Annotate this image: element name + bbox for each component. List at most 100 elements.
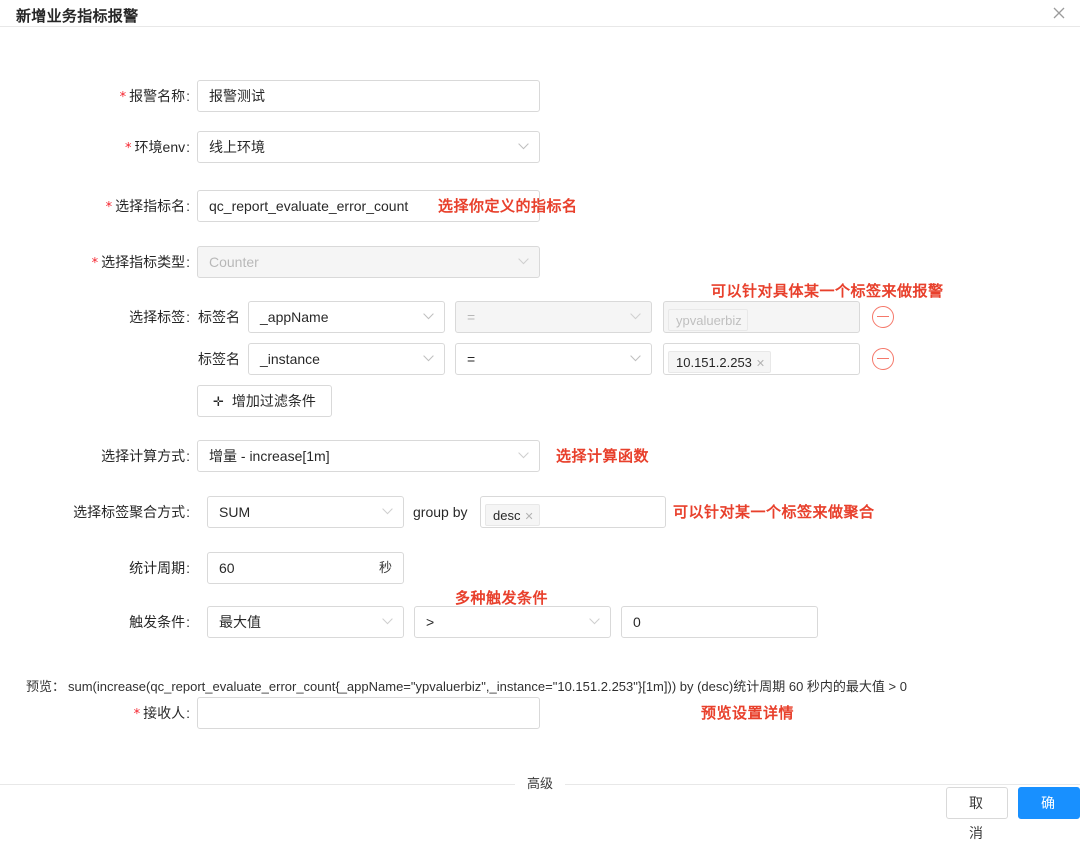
- annotation-trigger: 多种触发条件: [455, 587, 548, 608]
- tag-name-value-1: _appName: [260, 309, 329, 325]
- form-row-metric-name: *选择指标名: qc_report_evaluate_error_count 选…: [0, 190, 1080, 222]
- chevron-down-icon: [589, 607, 600, 637]
- form-row-metric-type: *选择指标类型: Counter: [0, 246, 1080, 278]
- form-row-trigger: 触发条件: 最大值 > 0: [0, 606, 1080, 638]
- modal-footer: 取 消 确 定: [0, 778, 1080, 844]
- tag-value-chip-text-1: ypvaluerbiz: [676, 313, 742, 328]
- remove-tag-row-button-2[interactable]: [872, 348, 894, 370]
- close-icon[interactable]: [1048, 4, 1070, 26]
- confirm-button[interactable]: 确 定: [1018, 787, 1080, 819]
- tags-label: 选择标签:: [0, 301, 190, 333]
- chevron-down-icon: [518, 441, 529, 471]
- required-mark: *: [125, 141, 132, 156]
- trigger-aggregate-select[interactable]: 最大值: [207, 606, 404, 638]
- tag-value-chip-text-2: 10.151.2.253: [676, 355, 752, 370]
- chevron-down-icon: [630, 344, 641, 374]
- period-label: 统计周期:: [0, 552, 190, 584]
- trigger-threshold-input[interactable]: 0: [621, 606, 818, 638]
- form-row-aggregation: 选择标签聚合方式: SUM group by desc ✕ 可以针对某一个标签来做…: [0, 496, 1080, 528]
- group-by-chip-text: desc: [493, 508, 520, 523]
- env-value: 线上环境: [209, 139, 265, 155]
- tag-name-label-2: 标签名: [198, 343, 240, 375]
- chevron-down-icon: [382, 607, 393, 637]
- annotation-group-by: 可以针对某一个标签来做聚合: [673, 501, 875, 522]
- metric-type-value: Counter: [209, 254, 259, 270]
- chip-remove-icon[interactable]: ✕: [756, 358, 765, 370]
- receiver-label: *接收人:: [0, 697, 190, 729]
- calc-method-label: 选择计算方式:: [0, 440, 190, 472]
- remove-tag-row-button-1[interactable]: [872, 306, 894, 328]
- tag-operator-select-2[interactable]: =: [455, 343, 652, 375]
- tag-name-select-1[interactable]: _appName: [248, 301, 445, 333]
- annotation-calc-function: 选择计算函数: [556, 445, 649, 466]
- form-row-receiver: *接收人: 预览设置详情: [0, 697, 1080, 729]
- plus-icon: ✛: [213, 395, 224, 410]
- env-label: *环境env:: [0, 131, 190, 163]
- annotation-preview: 预览设置详情: [701, 702, 794, 723]
- trigger-operator-select[interactable]: >: [414, 606, 611, 638]
- form-row-period: 统计周期: 60 秒: [0, 552, 1080, 584]
- required-mark: *: [120, 90, 127, 105]
- modal-body: *报警名称: 报警测试 *环境env: 线上环境 *选择指标名: qc_repo…: [0, 26, 1080, 770]
- preview-text: sum(increase(qc_report_evaluate_error_co…: [68, 676, 907, 695]
- metric-name-label: *选择指标名:: [0, 190, 190, 222]
- form-row-add-filter: ✛ 增加过滤条件: [0, 385, 1080, 417]
- period-input[interactable]: 60 秒: [207, 552, 404, 584]
- chevron-down-icon: [382, 497, 393, 527]
- form-row-calc-method: 选择计算方式: 增量 - increase[1m] 选择计算函数: [0, 440, 1080, 472]
- group-by-input[interactable]: desc ✕: [480, 496, 666, 528]
- alarm-name-input[interactable]: 报警测试: [197, 80, 540, 112]
- add-filter-button[interactable]: ✛ 增加过滤条件: [197, 385, 332, 417]
- metric-type-label: *选择指标类型:: [0, 246, 190, 278]
- trigger-operator-value: >: [426, 614, 434, 630]
- tag-operator-select-1[interactable]: =: [455, 301, 652, 333]
- form-row-alarm-name: *报警名称: 报警测试: [0, 80, 1080, 112]
- group-by-label: group by: [413, 496, 467, 528]
- period-value: 60: [219, 560, 235, 576]
- required-mark: *: [92, 256, 99, 271]
- tag-name-select-2[interactable]: _instance: [248, 343, 445, 375]
- tag-value-chip-2[interactable]: 10.151.2.253 ✕: [668, 351, 771, 373]
- form-row-tag-1: 选择标签: 标签名 _appName = ypvaluerbiz: [0, 301, 1080, 333]
- chevron-down-icon: [423, 344, 434, 374]
- annotation-tag-filter: 可以针对具体某一个标签来做报警: [711, 280, 944, 301]
- required-mark: *: [134, 707, 141, 722]
- chevron-down-icon: [423, 302, 434, 332]
- cancel-button[interactable]: 取 消: [946, 787, 1008, 819]
- alarm-name-value: 报警测试: [209, 88, 265, 104]
- group-by-chip[interactable]: desc ✕: [485, 504, 540, 526]
- tag-name-label-1: 标签名: [198, 301, 240, 333]
- modal-title: 新增业务指标报警: [16, 5, 138, 26]
- tag-value-input-2[interactable]: 10.151.2.253 ✕: [663, 343, 860, 375]
- tag-operator-value-1: =: [467, 309, 475, 325]
- tag-value-chip-1[interactable]: ypvaluerbiz: [668, 309, 748, 331]
- trigger-threshold-value: 0: [633, 614, 641, 630]
- chip-remove-icon[interactable]: ✕: [524, 511, 533, 523]
- form-row-tag-2: 标签名 _instance = 10.151.2.253 ✕: [0, 343, 1080, 375]
- aggregation-select[interactable]: SUM: [207, 496, 404, 528]
- required-mark: *: [106, 200, 113, 215]
- annotation-metric-name: 选择你定义的指标名: [438, 195, 578, 216]
- add-filter-label: 增加过滤条件: [232, 393, 316, 409]
- tag-name-value-2: _instance: [260, 351, 320, 367]
- metric-name-value: qc_report_evaluate_error_count: [209, 198, 408, 214]
- trigger-aggregate-value: 最大值: [219, 614, 261, 630]
- metric-type-select[interactable]: Counter: [197, 246, 540, 278]
- chevron-down-icon: [518, 132, 529, 162]
- modal-header: 新增业务指标报警: [0, 0, 1080, 26]
- env-select[interactable]: 线上环境: [197, 131, 540, 163]
- chevron-down-icon: [518, 247, 529, 277]
- aggregation-label: 选择标签聚合方式:: [0, 496, 190, 528]
- calc-method-select[interactable]: 增量 - increase[1m]: [197, 440, 540, 472]
- tag-operator-value-2: =: [467, 351, 475, 367]
- form-row-env: *环境env: 线上环境: [0, 131, 1080, 163]
- aggregation-value: SUM: [219, 504, 250, 520]
- period-unit: 秒: [379, 553, 392, 583]
- alarm-name-label: *报警名称:: [0, 80, 190, 112]
- receiver-input[interactable]: [197, 697, 540, 729]
- trigger-label: 触发条件:: [0, 606, 190, 638]
- tag-value-input-1[interactable]: ypvaluerbiz: [663, 301, 860, 333]
- chevron-down-icon: [630, 302, 641, 332]
- calc-method-value: 增量 - increase[1m]: [209, 448, 330, 464]
- preview-label: 预览：: [26, 676, 65, 695]
